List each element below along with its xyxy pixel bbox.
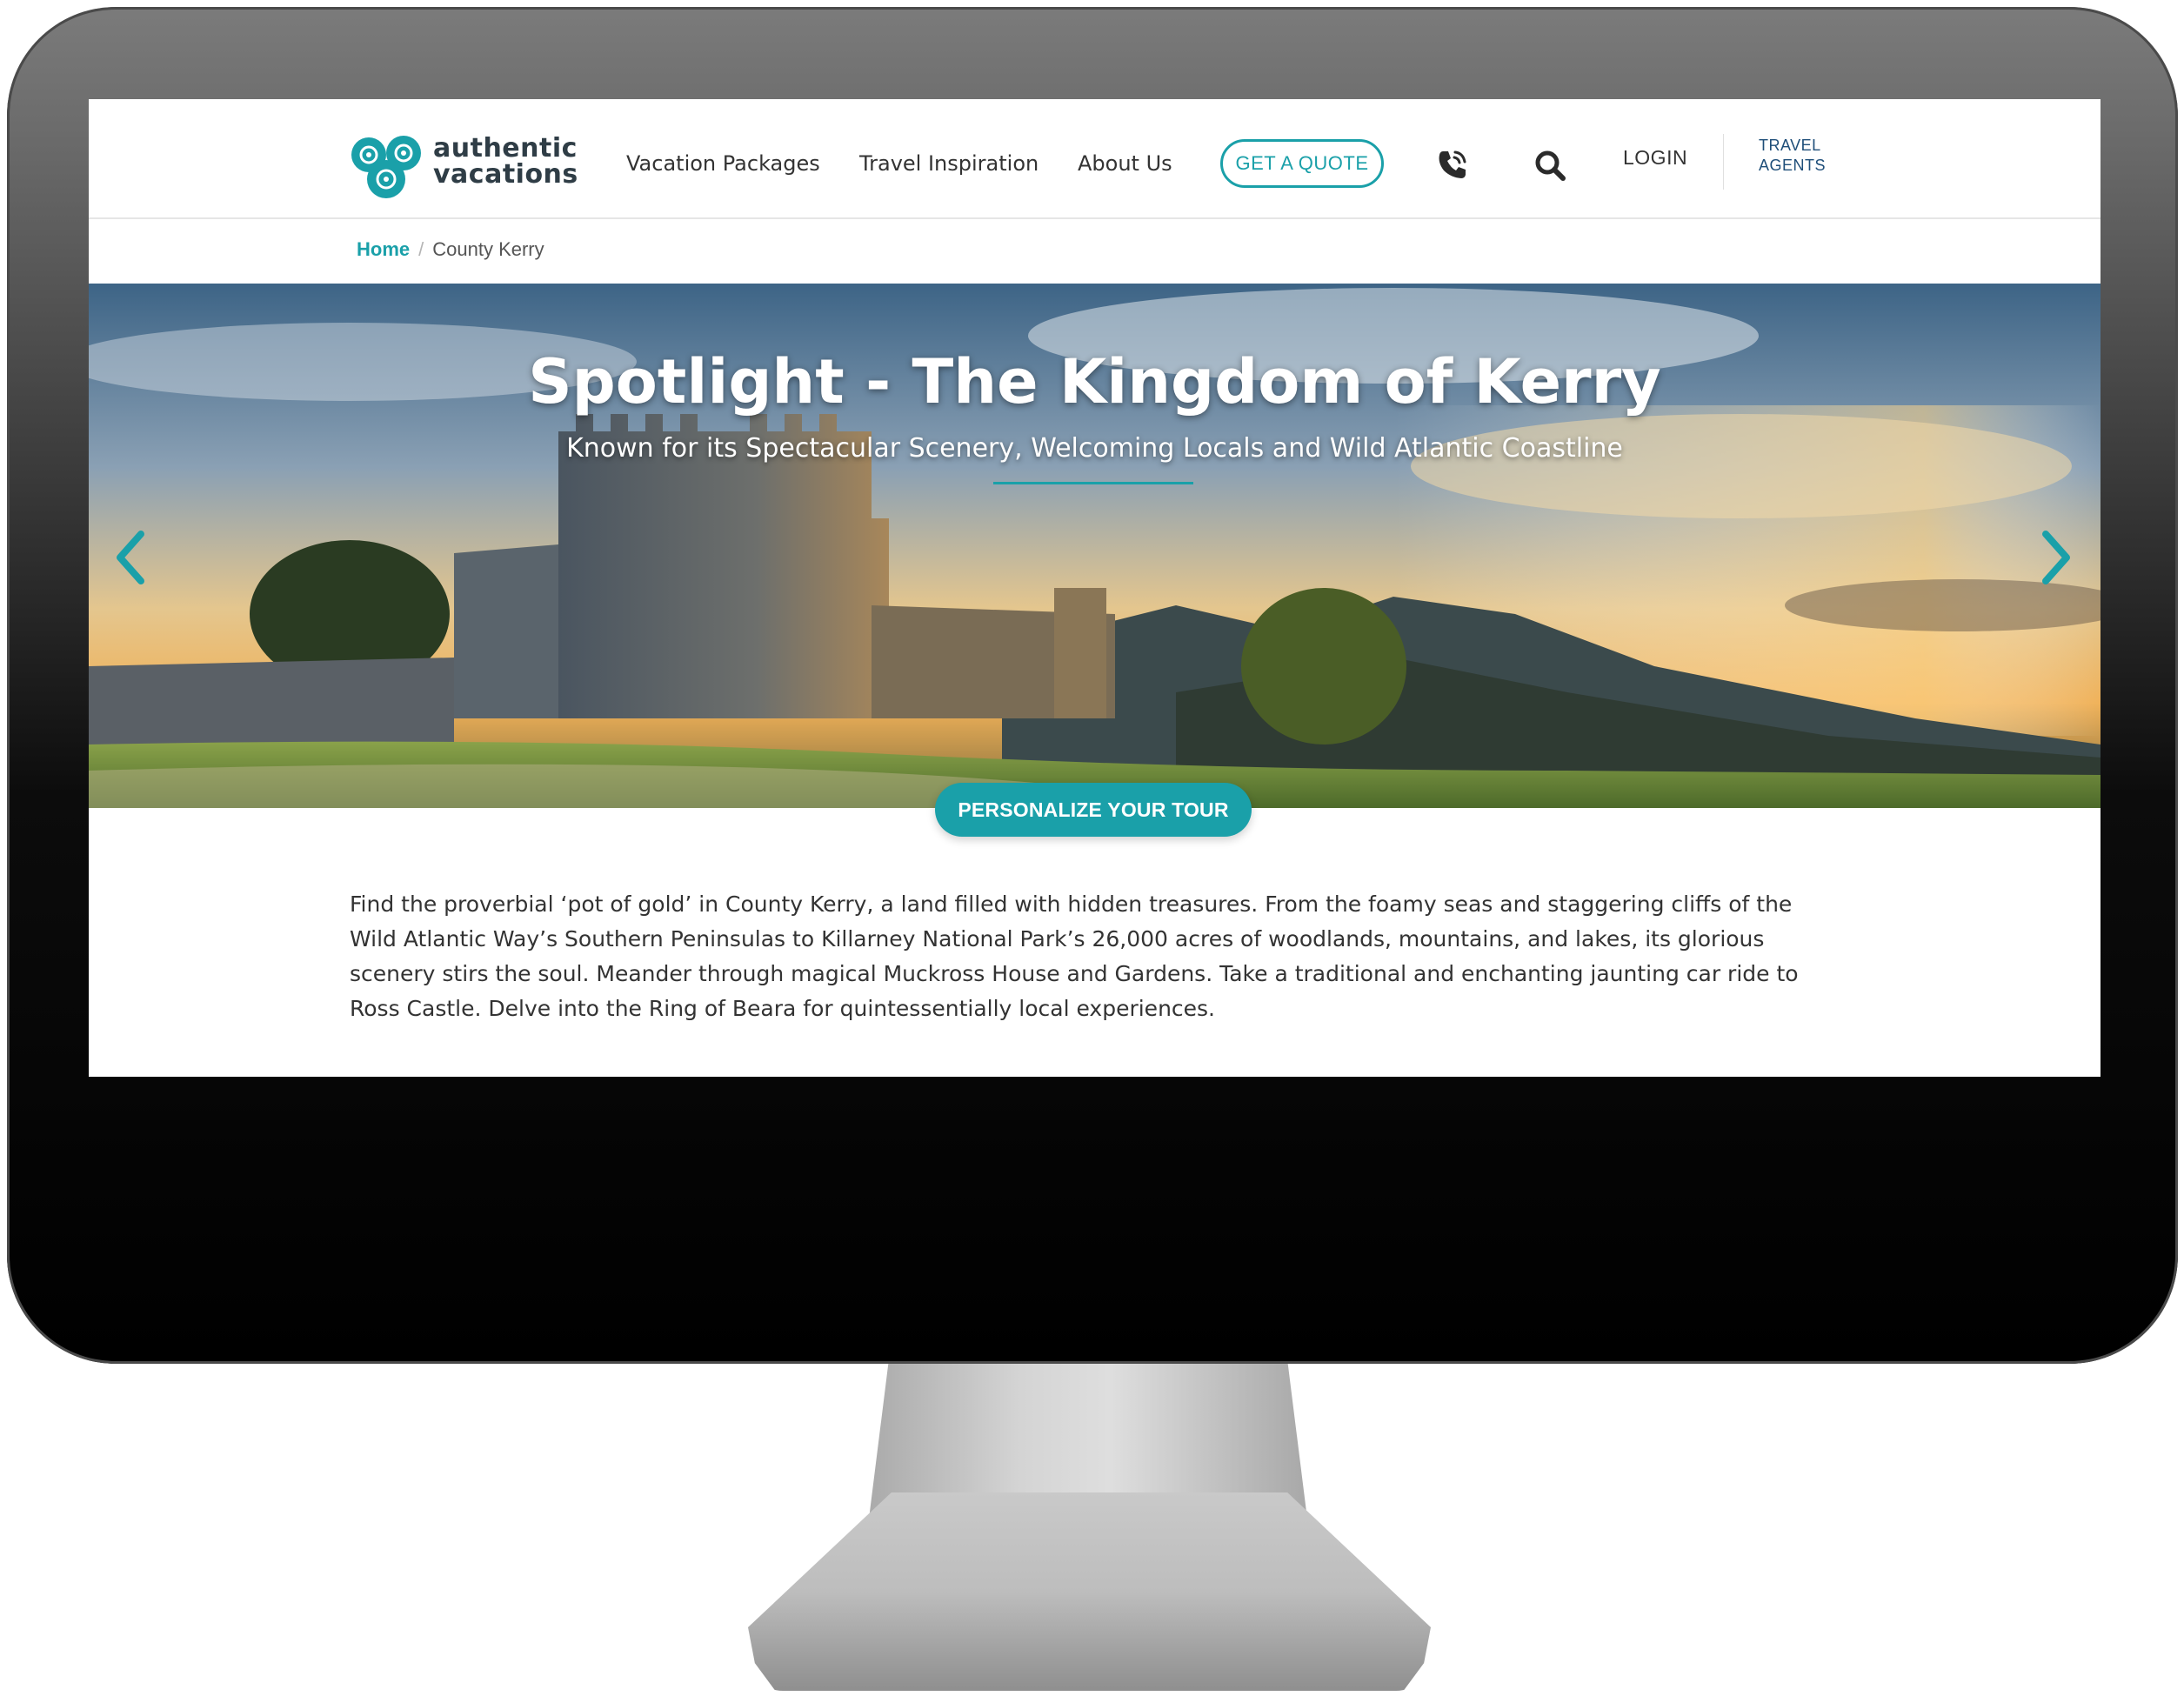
breadcrumb: Home / County Kerry [357,238,544,261]
travel-agents-line1: TRAVEL [1759,137,1821,154]
header-divider [1723,134,1724,190]
travel-agents-link[interactable]: TRAVEL AGENTS [1759,136,1826,176]
brand-name: authentic vacations [433,136,578,188]
nav-travel-inspiration[interactable]: Travel Inspiration [859,151,1039,176]
hero-banner: Spotlight - The Kingdom of Kerry Known f… [89,284,2101,808]
phone-icon[interactable] [1432,144,1473,185]
site-header: authentic vacations Vacation Packages Tr… [89,99,2101,219]
chevron-right-icon[interactable] [2030,518,2082,597]
breadcrumb-home-link[interactable]: Home [357,238,410,260]
hero-divider [993,482,1193,484]
hero-title: Spotlight - The Kingdom of Kerry [528,346,1661,417]
monitor-stand-base [748,1492,1431,1691]
brand-name-line1: authentic [433,133,578,164]
breadcrumb-separator: / [418,238,424,260]
travel-agents-line2: AGENTS [1759,157,1827,174]
brand-logo[interactable]: authentic vacations [350,132,578,200]
get-a-quote-button[interactable]: GET A QUOTE [1220,139,1384,188]
browser-screen: authentic vacations Vacation Packages Tr… [89,99,2101,1077]
nav-about-us[interactable]: About Us [1078,151,1172,176]
nav-vacation-packages[interactable]: Vacation Packages [626,151,820,176]
login-link[interactable]: LOGIN [1623,146,1687,170]
search-icon[interactable] [1529,144,1571,186]
intro-paragraph: Find the proverbial ‘pot of gold’ in Cou… [350,891,1799,1021]
hero-subtitle: Known for its Spectacular Scenery, Welco… [566,433,1623,464]
brand-name-line2: vacations [433,159,578,190]
breadcrumb-current: County Kerry [432,238,544,260]
chevron-left-icon[interactable] [104,518,157,597]
personalize-tour-button[interactable]: PERSONALIZE YOUR TOUR [935,783,1252,837]
triskele-logo-icon [351,136,421,198]
